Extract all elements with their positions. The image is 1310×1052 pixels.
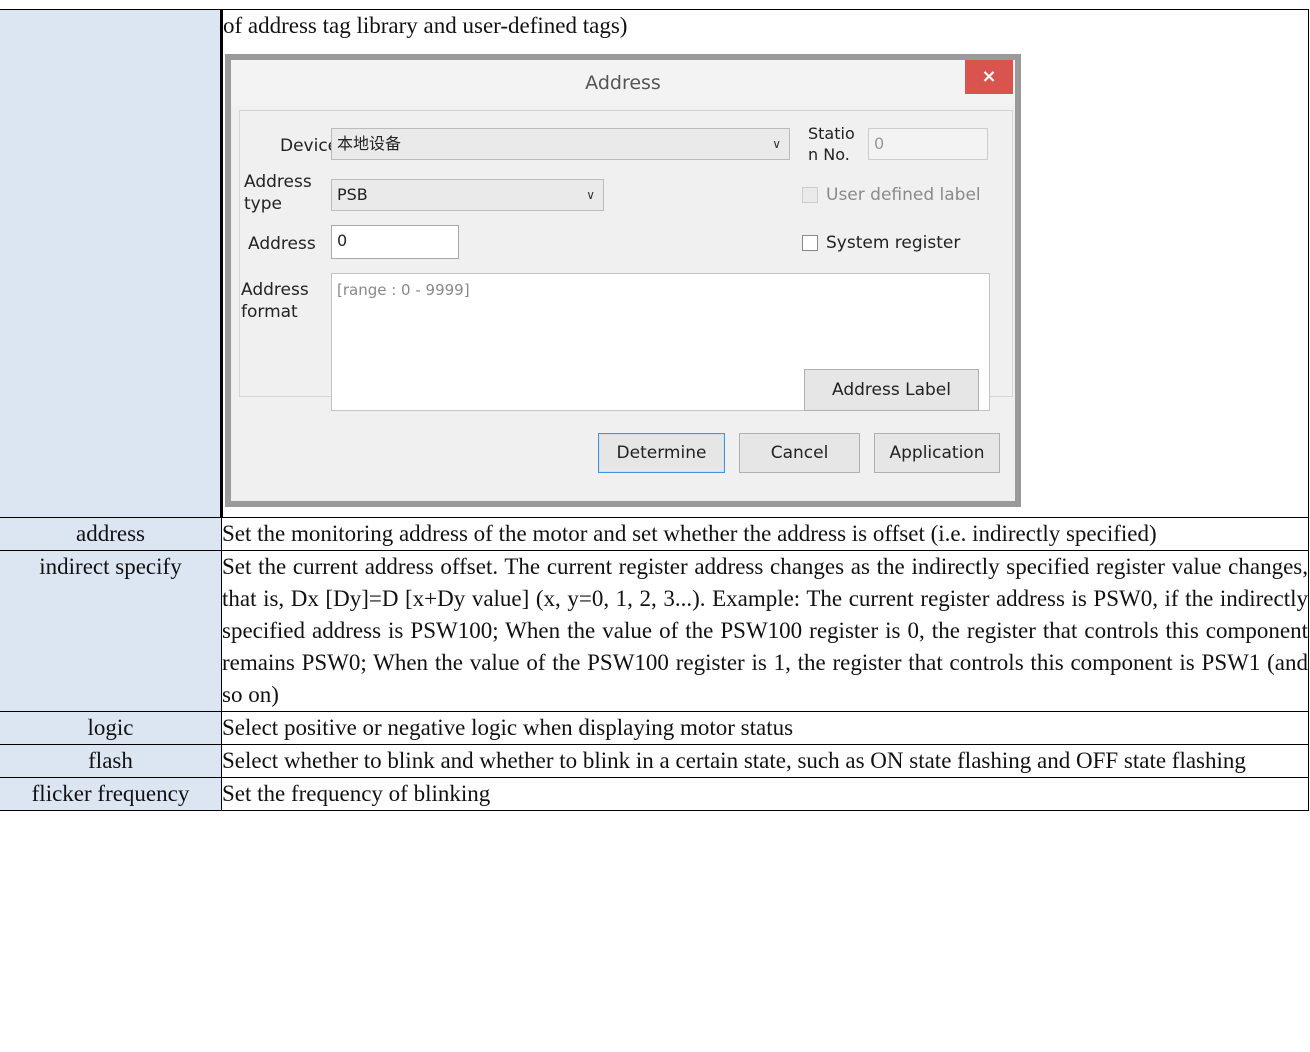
station-label-line1: Statio	[808, 124, 855, 143]
parameter-table: of address tag library and user-defined …	[0, 9, 1309, 811]
address-type-select[interactable]: PSB ∨	[331, 179, 604, 211]
row-value: Set the monitoring address of the motor …	[221, 517, 1309, 551]
station-label-line2: n No.	[808, 145, 850, 164]
row-value: Select whether to blink and whether to b…	[221, 744, 1309, 778]
row-value: Set the current address offset. The curr…	[221, 550, 1309, 712]
address-settings-group: Device 本地设备 ∨ Statio n No. 0 Address typ…	[239, 110, 1013, 411]
row-key: logic	[0, 711, 222, 745]
intro-text: of address tag library and user-defined …	[223, 13, 628, 38]
system-register-checkbox[interactable]	[802, 235, 818, 251]
chevron-down-icon: ∨	[772, 137, 781, 151]
table-row: indirect specify Set the current address…	[0, 550, 1309, 712]
address-format-label: Address format	[241, 279, 309, 323]
empty-key-cell	[0, 9, 223, 518]
table-row: flash Select whether to blink and whethe…	[0, 744, 1309, 778]
address-label: Address	[248, 234, 316, 254]
application-button[interactable]: Application	[874, 433, 1000, 473]
address-label-button[interactable]: Address Label	[804, 369, 979, 411]
user-defined-label-checkbox	[802, 187, 818, 203]
table-row: logic Select positive or negative logic …	[0, 711, 1309, 745]
row-value: Set the frequency of blinking	[221, 777, 1309, 811]
address-type-value: PSB	[337, 185, 368, 204]
cancel-button[interactable]: Cancel	[739, 433, 860, 473]
row-key: flicker frequency	[0, 777, 222, 811]
table-row: flicker frequency Set the frequency of b…	[0, 777, 1309, 811]
row-value: Select positive or negative logic when d…	[221, 711, 1309, 745]
row-key: address	[0, 517, 222, 551]
address-format-label-line2: format	[241, 302, 298, 322]
row-key: flash	[0, 744, 222, 778]
determine-button[interactable]: Determine	[598, 433, 725, 473]
row-key: indirect specify	[0, 550, 222, 712]
station-no-label: Statio n No.	[808, 123, 855, 165]
device-select[interactable]: 本地设备 ∨	[331, 128, 790, 160]
address-dialog-frame: Address × Device 本地设备 ∨ Statio n No. 0 A…	[225, 54, 1021, 507]
dialog-titlebar: Address ×	[231, 60, 1015, 106]
table-row-dialog: of address tag library and user-defined …	[0, 9, 1309, 518]
user-defined-label-text: User defined label	[826, 185, 981, 205]
system-register-text: System register	[826, 233, 961, 253]
dialog-title: Address	[585, 72, 661, 94]
address-format-label-line1: Address	[241, 280, 309, 300]
close-icon: ×	[981, 66, 997, 87]
chevron-down-icon: ∨	[586, 188, 595, 202]
device-value: 本地设备	[337, 134, 402, 153]
address-type-label-line1: Address	[244, 172, 312, 192]
device-label: Device	[280, 136, 339, 156]
address-input[interactable]: 0	[331, 225, 459, 259]
close-button[interactable]: ×	[965, 60, 1013, 94]
table-row: address Set the monitoring address of th…	[0, 517, 1309, 551]
address-type-label-line2: type	[244, 194, 282, 214]
address-type-label: Address type	[244, 171, 312, 215]
dialog-cell: of address tag library and user-defined …	[221, 9, 1309, 518]
station-no-field: 0	[868, 128, 988, 160]
address-dialog: Address × Device 本地设备 ∨ Statio n No. 0 A…	[231, 60, 1015, 501]
